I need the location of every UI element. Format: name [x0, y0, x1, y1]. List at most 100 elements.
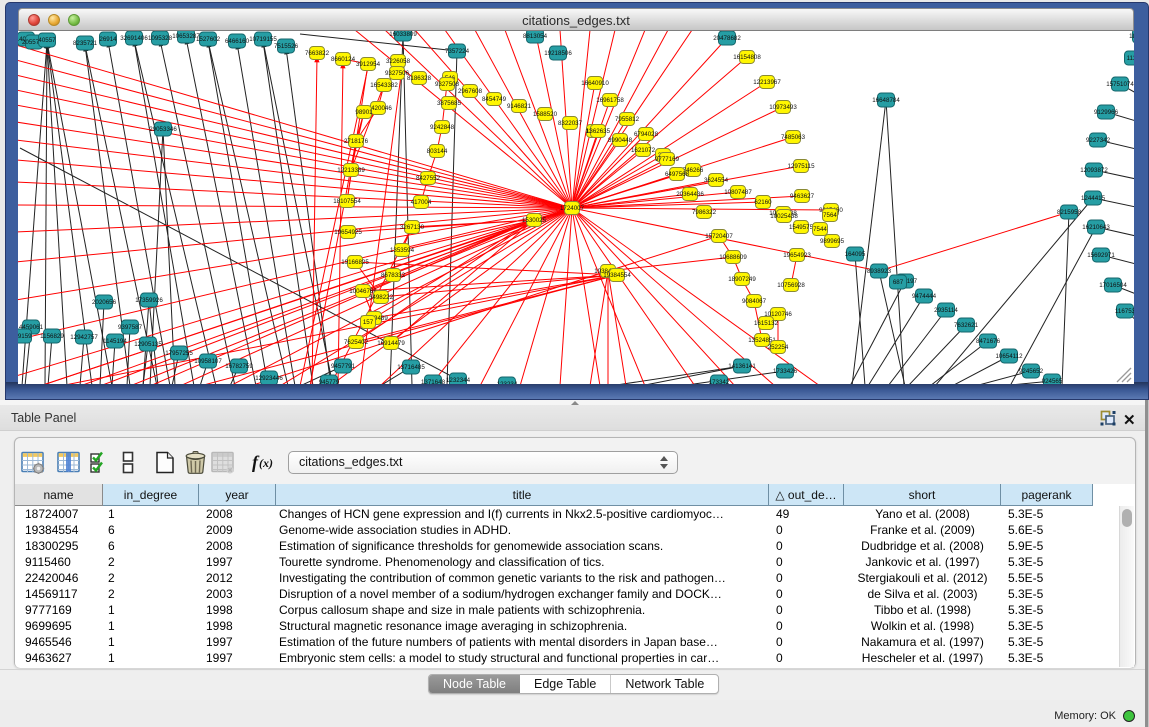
svg-text:15692971: 15692971 — [1087, 252, 1115, 259]
svg-text:12975115: 12975115 — [787, 163, 815, 170]
svg-text:1530025: 1530025 — [522, 217, 547, 224]
svg-text:1549575: 1549575 — [789, 224, 814, 231]
svg-text:8471676: 8471676 — [976, 338, 1001, 345]
svg-text:10807487: 10807487 — [724, 189, 752, 196]
svg-text:9899695: 9899695 — [820, 238, 845, 245]
svg-text:252254: 252254 — [768, 344, 789, 351]
svg-text:1588520: 1588520 — [533, 111, 558, 118]
svg-text:32691406: 32691406 — [120, 35, 148, 42]
svg-text:8454749: 8454749 — [482, 96, 507, 103]
svg-text:14136141: 14136141 — [728, 363, 756, 370]
svg-text:10756928: 10756928 — [777, 282, 805, 289]
svg-text:173342: 173342 — [709, 379, 730, 384]
svg-text:1232344: 1232344 — [446, 377, 471, 384]
svg-text:9146821: 9146821 — [507, 103, 532, 110]
svg-text:116753: 116753 — [1115, 308, 1134, 315]
svg-text:7986322: 7986322 — [692, 209, 717, 216]
svg-text:1095328: 1095328 — [148, 35, 173, 42]
svg-text:7544: 7544 — [813, 226, 827, 233]
svg-text:15720407: 15720407 — [705, 233, 733, 240]
svg-text:9463627: 9463627 — [790, 193, 815, 200]
svg-text:10958107: 10958107 — [194, 358, 222, 365]
svg-text:1244415: 1244415 — [1081, 195, 1106, 202]
svg-text:98901: 98901 — [355, 109, 373, 116]
svg-text:9327508: 9327508 — [435, 81, 460, 88]
svg-text:12213967: 12213967 — [753, 79, 781, 86]
svg-text:9777169: 9777169 — [655, 156, 680, 163]
svg-text:9327506: 9327506 — [385, 70, 410, 77]
svg-text:8427552: 8427552 — [416, 175, 441, 182]
svg-text:1811304: 1811304 — [1129, 33, 1134, 40]
svg-text:19654925: 19654925 — [334, 229, 362, 236]
svg-text:9129966: 9129966 — [1094, 109, 1119, 116]
svg-text:8235721: 8235721 — [73, 40, 98, 47]
svg-text:417004: 417004 — [411, 199, 432, 206]
svg-text:9242848: 9242848 — [430, 124, 455, 131]
svg-text:10654112: 10654112 — [995, 353, 1023, 360]
svg-text:8215958: 8215958 — [1057, 209, 1082, 216]
svg-text:(x): (x) — [259, 456, 273, 470]
svg-text:1615132: 1615132 — [754, 320, 779, 327]
svg-text:16914479: 16914479 — [377, 340, 405, 347]
svg-text:16543382: 16543382 — [370, 82, 398, 89]
svg-text:1145194: 1145194 — [103, 338, 127, 345]
svg-text:6794028: 6794028 — [634, 131, 659, 138]
svg-text:19166825: 19166825 — [341, 259, 369, 266]
svg-text:16782759: 16782759 — [225, 363, 253, 370]
svg-text:19218506: 19218506 — [544, 50, 572, 57]
svg-text:8660124: 8660124 — [331, 56, 356, 63]
svg-text:3624554: 3624554 — [704, 177, 729, 184]
svg-text:18107554: 18107554 — [333, 198, 361, 205]
svg-text:7515526: 7515526 — [274, 43, 299, 50]
svg-text:10719155: 10719155 — [249, 36, 277, 43]
svg-text:1112: 1112 — [1127, 55, 1134, 62]
svg-text:19654923: 19654923 — [783, 252, 811, 259]
svg-text:9245652: 9245652 — [1019, 368, 1044, 375]
svg-text:7485063: 7485063 — [781, 134, 806, 141]
svg-text:10973493: 10973493 — [769, 104, 797, 111]
svg-text:1156829: 1156829 — [40, 333, 64, 340]
svg-text:3875685: 3875685 — [437, 100, 462, 107]
svg-text:15751074: 15751074 — [1106, 81, 1134, 88]
svg-text:3498222: 3498222 — [369, 294, 394, 301]
svg-text:40557: 40557 — [38, 37, 56, 44]
svg-text:7955812: 7955812 — [615, 116, 640, 123]
svg-text:26914: 26914 — [99, 36, 117, 43]
svg-text:164095: 164095 — [845, 251, 866, 258]
svg-text:7357224: 7357224 — [445, 48, 470, 55]
svg-text:16648784: 16648784 — [872, 97, 900, 104]
svg-text:2935114: 2935114 — [934, 307, 958, 314]
svg-text:13716485: 13716485 — [397, 364, 425, 371]
svg-text:9084067: 9084067 — [742, 298, 767, 305]
svg-text:8186328: 8186328 — [407, 75, 432, 82]
svg-text:12093872: 12093872 — [1080, 167, 1108, 174]
svg-text:20364436: 20364436 — [676, 191, 704, 198]
svg-text:687: 687 — [893, 279, 904, 286]
svg-text:16640910: 16640910 — [581, 80, 609, 87]
svg-text:3267130: 3267130 — [400, 224, 425, 231]
svg-text:8813054: 8813054 — [523, 33, 548, 40]
svg-text:8990448: 8990448 — [608, 137, 633, 144]
svg-text:20478682: 20478682 — [713, 35, 741, 42]
svg-text:1621072: 1621072 — [631, 147, 656, 154]
svg-text:123234: 123234 — [497, 381, 518, 384]
svg-text:7632621: 7632621 — [954, 322, 979, 329]
svg-text:12942757: 12942757 — [70, 334, 98, 341]
svg-text:2020656: 2020656 — [92, 299, 117, 306]
svg-text:924565: 924565 — [1042, 378, 1063, 384]
svg-text:945779: 945779 — [319, 379, 340, 384]
svg-text:7564: 7564 — [823, 212, 837, 219]
svg-text:10025438: 10025438 — [770, 213, 798, 220]
svg-text:17957255: 17957255 — [165, 350, 193, 357]
svg-text:3226058: 3226058 — [386, 58, 411, 65]
svg-text:1733426: 1733426 — [773, 368, 798, 375]
svg-text:1371648: 1371648 — [421, 379, 446, 384]
svg-text:12923446: 12923446 — [255, 375, 283, 382]
svg-text:17016504: 17016504 — [1099, 282, 1127, 289]
svg-text:29053346: 29053346 — [149, 126, 177, 133]
svg-text:12905135: 12905135 — [134, 341, 162, 348]
svg-text:17359926: 17359926 — [135, 297, 163, 304]
svg-text:16154808: 16154808 — [733, 54, 761, 61]
svg-text:9457791: 9457791 — [331, 363, 356, 370]
svg-text:9474444: 9474444 — [912, 293, 937, 300]
